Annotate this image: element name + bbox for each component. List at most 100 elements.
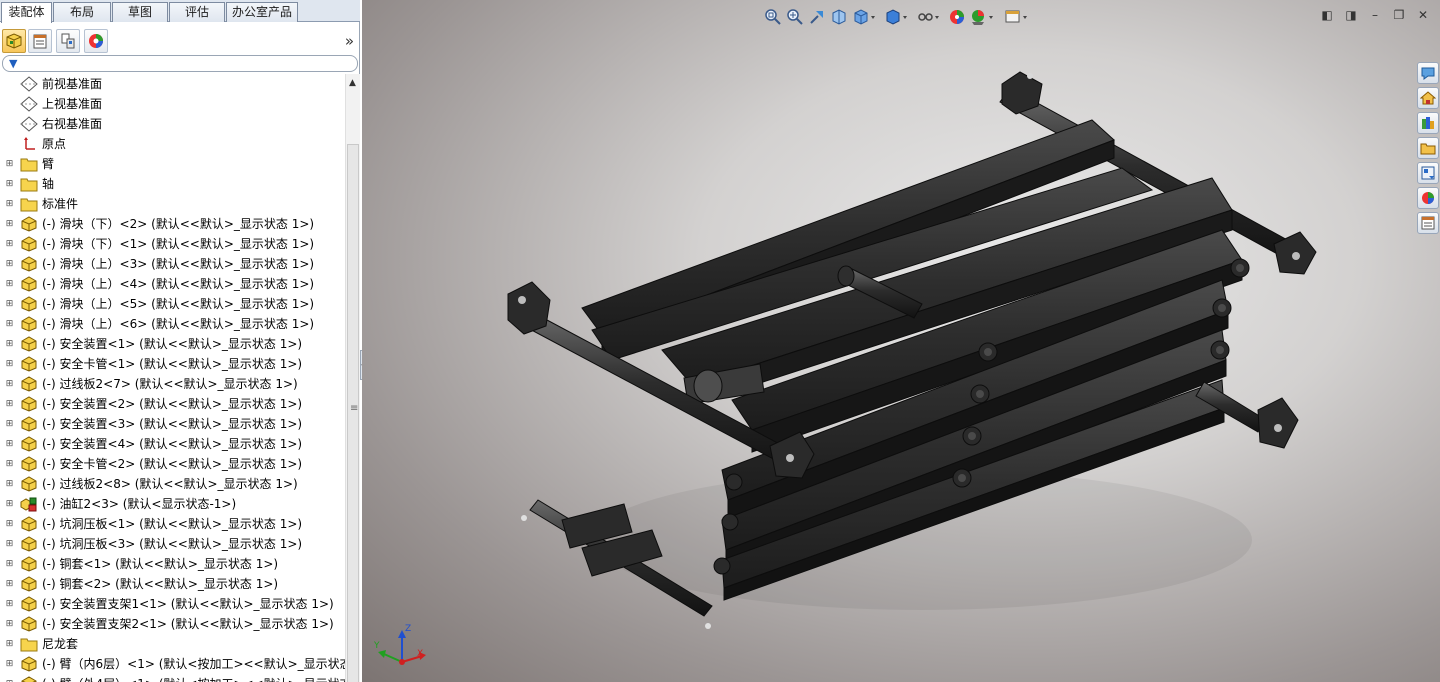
scissor-lift-model[interactable]: [362, 0, 1440, 682]
graphics-area[interactable]: ◧ ◨ – ❐ ✕ X Y Z: [362, 0, 1440, 682]
tree-item[interactable]: ⊞ (-) 滑块（下）<1> (默认<<默认>_显示状态 1>): [0, 234, 345, 254]
tree-filter-input[interactable]: ▼: [2, 55, 358, 72]
expand-panel-icon[interactable]: »: [345, 32, 354, 50]
expand-toggle-icon[interactable]: ⊞: [5, 280, 14, 289]
tree-item-label: (-) 安全装置<1> (默认<<默认>_显示状态 1>): [42, 337, 303, 351]
tree-item[interactable]: ⊞ (-) 安全卡管<1> (默认<<默认>_显示状态 1>): [0, 354, 345, 374]
tree-item[interactable]: ⊞ (-) 安全装置<1> (默认<<默认>_显示状态 1>): [0, 334, 345, 354]
expand-toggle-icon[interactable]: ⊞: [5, 180, 14, 189]
expand-toggle-icon[interactable]: ⊞: [5, 660, 14, 669]
expand-toggle-icon[interactable]: ⊞: [5, 560, 14, 569]
expand-toggle-icon[interactable]: ⊞: [5, 480, 14, 489]
tree-item[interactable]: ⊞ 臂: [0, 154, 345, 174]
tree-item[interactable]: ⊞ 轴: [0, 174, 345, 194]
expand-toggle-icon[interactable]: ⊞: [5, 380, 14, 389]
tree-item-label: 右视基准面: [42, 117, 103, 131]
tab-sketch[interactable]: 草图: [112, 2, 168, 22]
tree-item[interactable]: ⊞ (-) 滑块（上）<3> (默认<<默认>_显示状态 1>): [0, 254, 345, 274]
part-icon: [20, 456, 38, 472]
tab-office-products[interactable]: 办公室产品: [226, 2, 298, 22]
tree-item-label: (-) 安全装置<2> (默认<<默认>_显示状态 1>): [42, 397, 303, 411]
tree-item-label: (-) 安全装置<3> (默认<<默认>_显示状态 1>): [42, 417, 303, 431]
part-icon: [20, 236, 38, 252]
expand-toggle-icon[interactable]: ⊞: [5, 360, 14, 369]
feature-manager-tree-button[interactable]: [2, 29, 26, 53]
tree-item[interactable]: 原点: [0, 134, 345, 154]
tree-item[interactable]: ⊞ (-) 安全装置<2> (默认<<默认>_显示状态 1>): [0, 394, 345, 414]
expand-toggle-icon[interactable]: ⊞: [5, 220, 14, 229]
tree-item[interactable]: ⊞ (-) 安全装置<4> (默认<<默认>_显示状态 1>): [0, 434, 345, 454]
tab-evaluate[interactable]: 评估: [169, 2, 225, 22]
display-manager-button[interactable]: [84, 29, 108, 53]
part-icon: [20, 356, 38, 372]
tree-item[interactable]: ⊞ (-) 过线板2<7> (默认<<默认>_显示状态 1>): [0, 374, 345, 394]
expand-toggle-icon[interactable]: ⊞: [5, 340, 14, 349]
tree-item-label: (-) 油缸2<3> (默认<显示状态-1>): [42, 497, 237, 511]
tree-item[interactable]: ⊞ (-) 过线板2<8> (默认<<默认>_显示状态 1>): [0, 474, 345, 494]
tree-item[interactable]: ⊞ (-) 铜套<1> (默认<<默认>_显示状态 1>): [0, 554, 345, 574]
part-icon: [20, 536, 38, 552]
expand-toggle-icon[interactable]: ⊞: [5, 400, 14, 409]
tab-layout[interactable]: 布局: [53, 2, 111, 22]
expand-toggle-icon[interactable]: ⊞: [5, 200, 14, 209]
property-manager-icon: [33, 34, 47, 49]
expand-toggle-icon[interactable]: ⊞: [5, 160, 14, 169]
tree-item[interactable]: ⊞ (-) 安全装置<3> (默认<<默认>_显示状态 1>): [0, 414, 345, 434]
tree-item[interactable]: ⊞ 尼龙套: [0, 634, 345, 654]
tree-item[interactable]: ⊞(-) 臂（外4层）<1> (默认<按加工><<默认>_显示状态: [0, 674, 345, 682]
front-left-slider-block: [507, 281, 551, 335]
expand-toggle-icon[interactable]: ⊞: [5, 440, 14, 449]
expand-toggle-icon[interactable]: ⊞: [5, 620, 14, 629]
part-icon: [20, 436, 38, 452]
expand-toggle-icon[interactable]: ⊞: [5, 600, 14, 609]
manager-toolbar: »: [0, 28, 360, 54]
tree-item-label: (-) 安全装置支架2<1> (默认<<默认>_显示状态 1>): [42, 617, 334, 631]
expand-toggle-icon[interactable]: ⊞: [5, 540, 14, 549]
scroll-up-icon[interactable]: ▲: [349, 78, 356, 88]
tree-item[interactable]: ⊞ (-) 滑块（上）<6> (默认<<默认>_显示状态 1>): [0, 314, 345, 334]
expand-toggle-icon[interactable]: ⊞: [5, 500, 14, 509]
tree-item[interactable]: ⊞ (-) 安全装置支架1<1> (默认<<默认>_显示状态 1>): [0, 594, 345, 614]
tree-item[interactable]: ⊞ (-) 滑块（上）<4> (默认<<默认>_显示状态 1>): [0, 274, 345, 294]
tree-item-label: (-) 铜套<2> (默认<<默认>_显示状态 1>): [42, 577, 279, 591]
tree-item[interactable]: ⊞ (-) 滑块（下）<2> (默认<<默认>_显示状态 1>): [0, 214, 345, 234]
property-manager-button[interactable]: [28, 29, 52, 53]
tree-item-label: (-) 坑洞压板<3> (默认<<默认>_显示状态 1>): [42, 537, 303, 551]
part-icon: [20, 596, 38, 612]
expand-toggle-icon[interactable]: ⊞: [5, 580, 14, 589]
command-manager-tabs: 装配体 布局 草图 评估 办公室产品: [0, 0, 360, 23]
axis-triad: X Y Z: [372, 624, 428, 674]
tree-item[interactable]: ⊞ (-) 臂（内6层）<1> (默认<按加工><<默认>_显示状态: [0, 654, 345, 674]
expand-toggle-icon[interactable]: ⊞: [5, 320, 14, 329]
tree-item[interactable]: ⊞ 标准件: [0, 194, 345, 214]
tree-item-label: (-) 滑块（下）<1> (默认<<默认>_显示状态 1>): [42, 237, 315, 251]
tree-item[interactable]: ⊞ (-) 滑块（上）<5> (默认<<默认>_显示状态 1>): [0, 294, 345, 314]
tree-scrollbar[interactable]: ▲ ≡: [345, 74, 360, 682]
tree-item[interactable]: ⊞ (-) 安全装置支架2<1> (默认<<默认>_显示状态 1>): [0, 614, 345, 634]
tree-item-label: 原点: [42, 137, 67, 151]
tree-item-label: (-) 过线板2<7> (默认<<默认>_显示状态 1>): [42, 377, 298, 391]
tree-item[interactable]: ⊞ (-) 坑洞压板<1> (默认<<默认>_显示状态 1>): [0, 514, 345, 534]
expand-toggle-icon[interactable]: ⊞: [5, 520, 14, 529]
tree-item[interactable]: ⊞ (-) 油缸2<3> (默认<显示状态-1>): [0, 494, 345, 514]
tab-assembly[interactable]: 装配体: [1, 2, 52, 23]
folder-icon: [20, 636, 38, 652]
tree-item[interactable]: ⊞ (-) 安全卡管<2> (默认<<默认>_显示状态 1>): [0, 454, 345, 474]
expand-toggle-icon[interactable]: ⊞: [5, 640, 14, 649]
expand-toggle-icon[interactable]: ⊞: [5, 300, 14, 309]
expand-toggle-icon[interactable]: ⊞: [5, 460, 14, 469]
tree-item[interactable]: 上视基准面: [0, 94, 345, 114]
feature-manager-panel: 装配体 布局 草图 评估 办公室产品 » ▼ 前视基准面 上视基准面 右视基准面…: [0, 0, 360, 682]
expand-toggle-icon[interactable]: ⊞: [5, 260, 14, 269]
tree-item-label: (-) 滑块（上）<3> (默认<<默认>_显示状态 1>): [42, 257, 315, 271]
tree-item[interactable]: ⊞ (-) 铜套<2> (默认<<默认>_显示状态 1>): [0, 574, 345, 594]
tree-item[interactable]: 右视基准面: [0, 114, 345, 134]
part-icon: [20, 396, 38, 412]
tree-item[interactable]: ⊞ (-) 坑洞压板<3> (默认<<默认>_显示状态 1>): [0, 534, 345, 554]
configuration-manager-button[interactable]: [56, 29, 80, 53]
tree-item[interactable]: 前视基准面: [0, 74, 345, 94]
scrollbar-thumb[interactable]: ≡: [347, 144, 359, 682]
expand-toggle-icon[interactable]: ⊞: [5, 240, 14, 249]
expand-toggle-icon[interactable]: ⊞: [5, 420, 14, 429]
tree-item-label: (-) 安全装置支架1<1> (默认<<默认>_显示状态 1>): [42, 597, 334, 611]
